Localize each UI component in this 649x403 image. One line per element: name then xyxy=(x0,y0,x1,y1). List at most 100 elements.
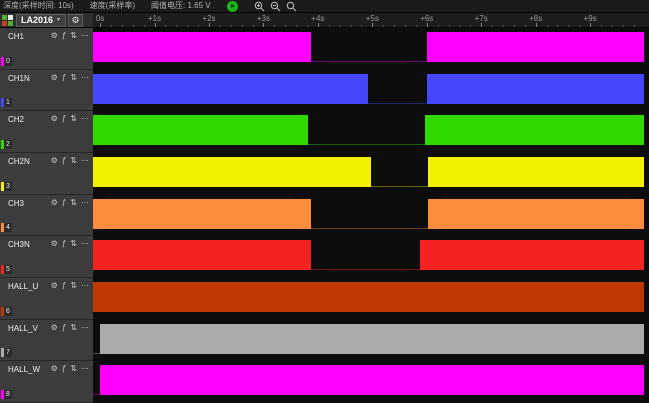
channel-row-hall_v[interactable]: HALL_V ⚙ ƒ ⇅ ⋯ 7 xyxy=(0,320,93,362)
channel-function-icon[interactable]: ƒ xyxy=(62,31,66,40)
ruler-minor-tick xyxy=(459,25,460,27)
channel-edge-icon[interactable]: ⇅ xyxy=(70,364,77,373)
channel-more-icon[interactable]: ⋯ xyxy=(81,323,89,332)
signal-burst-segment xyxy=(93,282,644,312)
channel-name: HALL_U xyxy=(8,282,38,291)
channel-row-ch1[interactable]: CH1 ⚙ ƒ ⇅ ⋯ 0 xyxy=(0,28,93,70)
channel-function-icon[interactable]: ƒ xyxy=(62,364,66,373)
channel-more-icon[interactable]: ⋯ xyxy=(81,114,89,123)
channel-function-icon[interactable]: ƒ xyxy=(62,281,66,290)
channel-edge-icon[interactable]: ⇅ xyxy=(70,31,77,40)
channel-number-badge[interactable]: 4 xyxy=(1,223,12,232)
ruler-tick-label: +1s xyxy=(148,14,161,23)
ruler-minor-tick xyxy=(198,25,199,27)
channel-settings-icon[interactable]: ⚙ xyxy=(51,323,58,332)
channel-number-badge[interactable]: 2 xyxy=(1,140,12,149)
signal-burst-segment xyxy=(427,32,644,62)
channel-function-icon[interactable]: ƒ xyxy=(62,239,66,248)
threshold-voltage-label: 阈值电压: 1.65 V xyxy=(151,0,211,12)
ruler-major-tick xyxy=(263,23,264,27)
channel-function-icon[interactable]: ƒ xyxy=(62,114,66,123)
signal-burst-segment xyxy=(425,115,644,145)
channel-number-badge[interactable]: 0 xyxy=(1,57,12,66)
channel-name: CH2 xyxy=(8,115,24,124)
signal-burst-segment xyxy=(93,32,311,62)
channel-more-icon[interactable]: ⋯ xyxy=(81,239,89,248)
channel-settings-icon[interactable]: ⚙ xyxy=(51,31,58,40)
channel-more-icon[interactable]: ⋯ xyxy=(81,31,89,40)
channel-more-icon[interactable]: ⋯ xyxy=(81,281,89,290)
channel-edge-icon[interactable]: ⇅ xyxy=(70,239,77,248)
zoom-in-icon[interactable] xyxy=(254,1,265,12)
ruler-minor-tick xyxy=(307,25,308,27)
time-ruler[interactable]: 0s+1s+2s+3s+4s+5s+6s+7s+8s+9s xyxy=(93,13,649,28)
channel-number-badge[interactable]: 8 xyxy=(1,390,12,399)
channel-row-ch1n[interactable]: CH1N⚙ƒ⇅⋯1 xyxy=(0,70,93,112)
channel-number-badge[interactable]: 6 xyxy=(1,307,12,316)
ruler-minor-tick xyxy=(547,25,548,27)
channel-more-icon[interactable]: ⋯ xyxy=(81,73,89,82)
channel-settings-icon[interactable]: ⚙ xyxy=(51,364,58,373)
channel-edge-icon[interactable]: ⇅ xyxy=(70,198,77,207)
channel-name: CH3 xyxy=(8,199,24,208)
channel-row-ch3n[interactable]: CH3N⚙ƒ⇅⋯5 xyxy=(0,236,93,278)
waveform-row-ch1n xyxy=(93,70,644,112)
channel-function-icon[interactable]: ƒ xyxy=(62,73,66,82)
channel-settings-icon[interactable]: ⚙ xyxy=(51,114,58,123)
channel-row-ch2n[interactable]: CH2N⚙ƒ⇅⋯3 xyxy=(0,153,93,195)
channel-more-icon[interactable]: ⋯ xyxy=(81,364,89,373)
zoom-fit-icon[interactable] xyxy=(286,1,297,12)
ruler-tick-label: +5s xyxy=(366,14,379,23)
channel-more-icon[interactable]: ⋯ xyxy=(81,156,89,165)
channel-edge-icon[interactable]: ⇅ xyxy=(70,281,77,290)
ruler-minor-tick xyxy=(361,25,362,27)
device-dropdown[interactable]: LA2016 ▼ xyxy=(16,14,66,27)
channel-icons: ⚙ ƒ ⇅ ⋯ xyxy=(51,239,89,248)
signal-burst-segment xyxy=(93,74,368,104)
channel-edge-icon[interactable]: ⇅ xyxy=(70,114,77,123)
ruler-minor-tick xyxy=(470,25,471,27)
channel-sidebar: CH1⚙ƒ⇅⋯0CH1N⚙ƒ⇅⋯1CH2⚙ƒ⇅⋯2CH2N⚙ƒ⇅⋯3CH3⚙ƒ⇅… xyxy=(0,28,93,403)
channel-number-badge[interactable]: 7 xyxy=(1,348,12,357)
channel-settings-icon[interactable]: ⚙ xyxy=(51,239,58,248)
device-settings-button[interactable]: ⚙ xyxy=(68,14,83,27)
ruler-tick-label: +6s xyxy=(420,14,433,23)
channel-settings-icon[interactable]: ⚙ xyxy=(51,281,58,290)
channel-function-icon[interactable]: ƒ xyxy=(62,323,66,332)
ruler-tick-label: +8s xyxy=(529,14,542,23)
channel-number-badge[interactable]: 1 xyxy=(1,98,12,107)
channel-number-badge[interactable]: 3 xyxy=(1,182,12,191)
ruler-minor-tick xyxy=(231,25,232,27)
waveform-plot[interactable] xyxy=(93,28,649,403)
channel-function-icon[interactable]: ƒ xyxy=(62,198,66,207)
ruler-minor-tick xyxy=(340,25,341,27)
device-name: LA2016 xyxy=(21,15,53,25)
channel-number-badge[interactable]: 5 xyxy=(1,265,12,274)
waveform-row-ch3n xyxy=(93,236,644,278)
ruler-major-tick xyxy=(209,23,210,27)
channel-name: HALL_V xyxy=(8,324,38,333)
channel-more-icon[interactable]: ⋯ xyxy=(81,198,89,207)
channel-name: CH1 xyxy=(8,32,24,41)
channel-icons: ⚙ ƒ ⇅ ⋯ xyxy=(51,323,89,332)
channel-row-ch3[interactable]: CH3 ⚙ ƒ ⇅ ⋯ 4 xyxy=(0,195,93,237)
waveform-row-ch2 xyxy=(93,111,644,153)
ruler-minor-tick xyxy=(416,25,417,27)
ruler-minor-tick xyxy=(122,25,123,27)
channel-edge-icon[interactable]: ⇅ xyxy=(70,323,77,332)
channel-row-ch2[interactable]: CH2 ⚙ ƒ ⇅ ⋯ 2 xyxy=(0,111,93,153)
start-capture-button[interactable] xyxy=(227,1,238,12)
channel-row-hall_w[interactable]: HALL_W⚙ƒ⇅⋯8 xyxy=(0,361,93,403)
ruler-minor-tick xyxy=(568,25,569,27)
channel-settings-icon[interactable]: ⚙ xyxy=(51,73,58,82)
channel-edge-icon[interactable]: ⇅ xyxy=(70,73,77,82)
channel-function-icon[interactable]: ƒ xyxy=(62,156,66,165)
channel-row-hall_u[interactable]: HALL_U ⚙ ƒ ⇅ ⋯ 6 xyxy=(0,278,93,320)
play-icon xyxy=(231,4,235,8)
channel-settings-icon[interactable]: ⚙ xyxy=(51,198,58,207)
channel-edge-icon[interactable]: ⇅ xyxy=(70,156,77,165)
signal-burst-segment xyxy=(100,365,644,395)
channel-settings-icon[interactable]: ⚙ xyxy=(51,156,58,165)
ruler-major-tick xyxy=(155,23,156,27)
zoom-out-icon[interactable] xyxy=(270,1,281,12)
